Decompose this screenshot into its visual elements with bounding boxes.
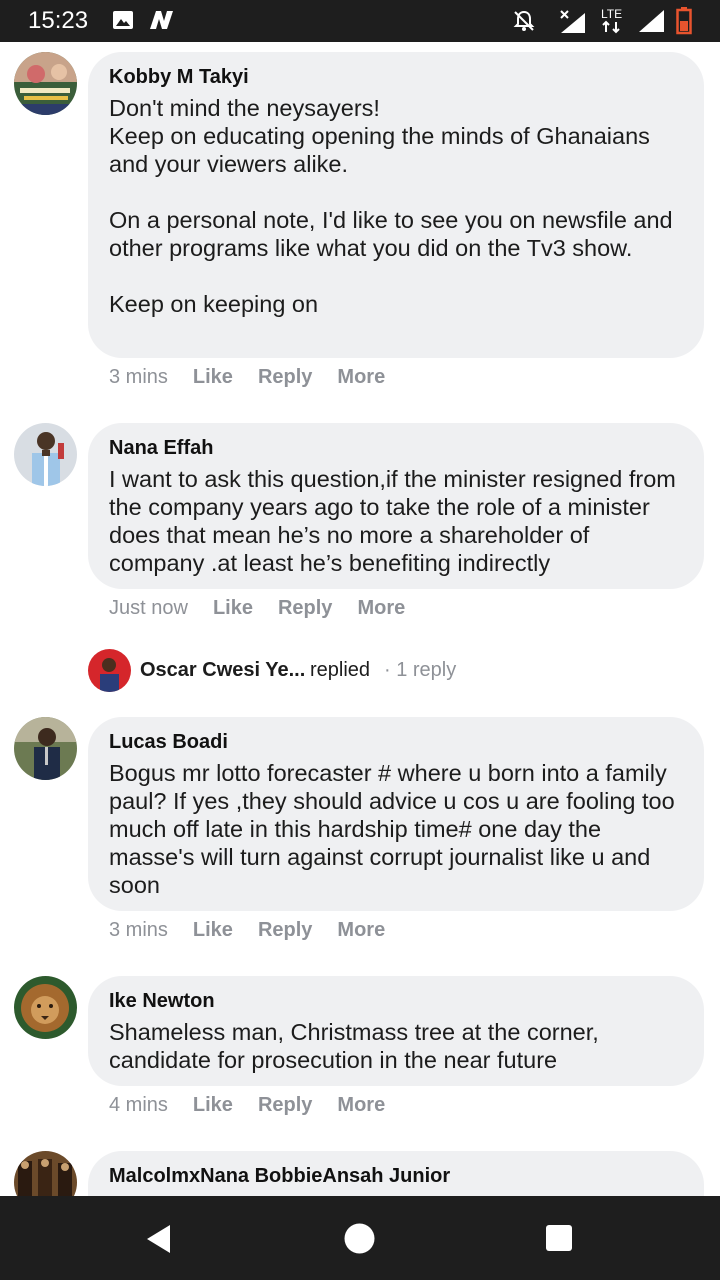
comment-text: Shameless man, Christmass tree at the co…: [109, 1019, 606, 1073]
like-button[interactable]: Like: [213, 594, 253, 622]
lte-label: LTE: [601, 7, 622, 21]
lte-data-icon: LTE: [600, 6, 626, 39]
like-button[interactable]: Like: [193, 916, 233, 944]
avatar-ike-newton[interactable]: [14, 976, 77, 1039]
like-button[interactable]: Like: [193, 1091, 233, 1119]
reply-author[interactable]: Oscar Cwesi Ye...: [140, 659, 305, 682]
reply-button[interactable]: Reply: [258, 916, 312, 944]
comment-bubble[interactable]: Kobby M Takyi Don't mind the neysayers! …: [88, 52, 704, 358]
back-button-icon[interactable]: [146, 1224, 172, 1259]
app-notification-icon: [148, 9, 176, 36]
comments-feed[interactable]: Kobby M Takyi Don't mind the neysayers! …: [0, 42, 720, 1196]
reply-button[interactable]: Reply: [258, 1091, 312, 1119]
comment-time: 4 mins: [109, 1094, 168, 1116]
comment-actions: 3 mins Like Reply More: [109, 916, 410, 944]
comment-author[interactable]: Nana Effah: [109, 435, 684, 461]
more-button[interactable]: More: [337, 916, 385, 944]
reply-button[interactable]: Reply: [258, 363, 312, 391]
comment-time: 3 mins: [109, 919, 168, 941]
home-button-icon[interactable]: [344, 1223, 375, 1259]
reply-count[interactable]: · 1 reply: [384, 659, 456, 682]
gallery-notification-icon: [112, 9, 134, 36]
reply-thread-preview[interactable]: Oscar Cwesi Ye... replied · 1 reply: [88, 649, 688, 693]
comment-text: I want to ask this question,if the minis…: [109, 466, 683, 576]
battery-low-icon: [676, 7, 692, 40]
comment-bubble[interactable]: Ike Newton Shameless man, Christmass tre…: [88, 976, 704, 1086]
comment-bubble[interactable]: MalcolmxNana BobbieAnsah Junior: [88, 1151, 704, 1196]
signal-strength-icon: [638, 9, 666, 38]
comment-time: Just now: [109, 597, 188, 619]
like-button[interactable]: Like: [193, 363, 233, 391]
comment-bubble[interactable]: Nana Effah I want to ask this question,i…: [88, 423, 704, 589]
comment-text: Don't mind the neysayers! Keep on educat…: [109, 95, 673, 317]
avatar-oscar-cwesi: [88, 649, 131, 692]
avatar-lucas-boadi[interactable]: [14, 717, 77, 780]
comment-author[interactable]: Kobby M Takyi: [109, 64, 684, 90]
reply-label: replied: [310, 659, 371, 681]
comment-bubble[interactable]: Lucas Boadi Bogus mr lotto forecaster # …: [88, 717, 704, 911]
comment-actions: 3 mins Like Reply More: [109, 363, 410, 391]
status-time: 15:23: [28, 7, 89, 34]
reply-button[interactable]: Reply: [278, 594, 332, 622]
comment-actions: Just now Like Reply More: [109, 594, 430, 622]
silent-bell-icon: [512, 9, 536, 38]
more-button[interactable]: More: [357, 594, 405, 622]
recents-button-icon[interactable]: [546, 1225, 572, 1256]
comment-text: Bogus mr lotto forecaster # where u born…: [109, 760, 682, 898]
comment-author[interactable]: Lucas Boadi: [109, 729, 684, 755]
comment-author[interactable]: MalcolmxNana BobbieAnsah Junior: [109, 1163, 684, 1189]
avatar-malcolmxnana[interactable]: [14, 1151, 77, 1196]
status-bar: 15:23 LTE: [0, 0, 720, 42]
more-button[interactable]: More: [337, 363, 385, 391]
avatar-nana-effah[interactable]: [14, 423, 77, 486]
system-navigation-bar: [0, 1196, 720, 1280]
more-button[interactable]: More: [337, 1091, 385, 1119]
comment-actions: 4 mins Like Reply More: [109, 1091, 410, 1119]
no-sim-signal-icon: [559, 9, 589, 40]
comment-time: 3 mins: [109, 366, 168, 388]
avatar-kobby-m-takyi[interactable]: [14, 52, 77, 115]
comment-author[interactable]: Ike Newton: [109, 988, 684, 1014]
